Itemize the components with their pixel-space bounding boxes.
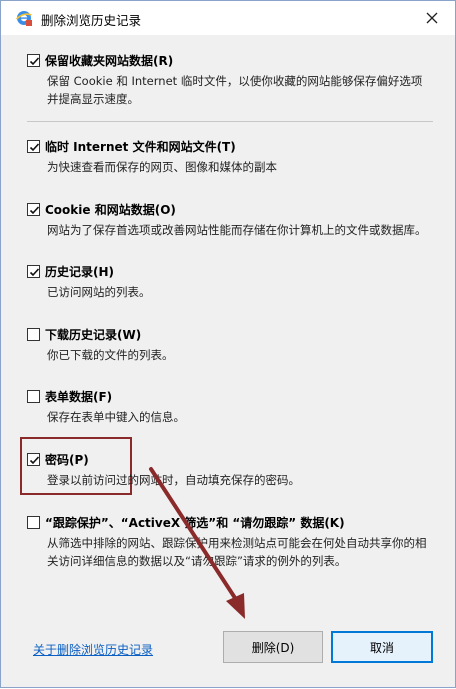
option-label: 保留收藏夹网站数据(R) xyxy=(45,53,174,68)
option-row[interactable]: 表单数据(F) xyxy=(27,387,427,405)
option-cookies: Cookie 和网站数据(O) 网站为了保存首选项或改善网站性能而存储在你计算机… xyxy=(27,200,427,239)
option-label: 密码(P) xyxy=(45,452,89,467)
option-row[interactable]: 密码(P) xyxy=(27,450,427,468)
checkmark-icon xyxy=(29,267,40,276)
dialog-content: 保留收藏夹网站数据(R) 保留 Cookie 和 Internet 临时文件，以… xyxy=(11,35,445,683)
option-row[interactable]: 临时 Internet 文件和网站文件(T) xyxy=(27,137,427,155)
option-row[interactable]: “跟踪保护”、“ActiveX 筛选”和 “请勿跟踪” 数据(K) xyxy=(27,513,427,531)
checkmark-icon xyxy=(29,142,40,151)
delete-button[interactable]: 删除(D) xyxy=(223,631,323,663)
cookies-checkbox[interactable] xyxy=(27,202,40,216)
option-temporary-files: 临时 Internet 文件和网站文件(T) 为快速查看而保存的网页、图像和媒体… xyxy=(27,137,427,176)
option-download-history: 下载历史记录(W) 你已下载的文件的列表。 xyxy=(27,325,427,364)
close-button[interactable] xyxy=(419,5,445,31)
option-passwords: 密码(P) 登录以前访问过的网站时，自动填充保存的密码。 xyxy=(27,450,427,489)
close-icon xyxy=(426,9,438,28)
checkmark-icon xyxy=(29,455,40,464)
title-bar: 删除浏览历史记录 xyxy=(1,1,455,35)
option-form-data: 表单数据(F) 保存在表单中键入的信息。 xyxy=(27,387,427,426)
delete-browsing-history-dialog: 删除浏览历史记录 保留收藏夹网站数据(R) 保留 Cookie 和 Intern… xyxy=(0,0,456,688)
download-history-checkbox[interactable] xyxy=(27,327,40,341)
option-label: “跟踪保护”、“ActiveX 筛选”和 “请勿跟踪” 数据(K) xyxy=(45,515,345,530)
divider xyxy=(27,121,433,122)
option-description: 你已下载的文件的列表。 xyxy=(47,348,174,362)
option-description: 从筛选中排除的网站、跟踪保护用来检测站点可能会在何处自动共享你的相关访问详细信息… xyxy=(47,536,427,568)
option-label: 临时 Internet 文件和网站文件(T) xyxy=(45,139,236,154)
option-description: 网站为了保存首选项或改善网站性能而存储在你计算机上的文件或数据库。 xyxy=(47,223,427,237)
form-data-checkbox[interactable] xyxy=(27,389,40,403)
option-label: 下载历史记录(W) xyxy=(45,327,142,342)
checkmark-icon xyxy=(29,56,40,65)
dialog-title: 删除浏览历史记录 xyxy=(41,13,142,28)
option-row[interactable]: Cookie 和网站数据(O) xyxy=(27,200,427,218)
option-description: 已访问网站的列表。 xyxy=(47,285,151,299)
option-preserve-favorites: 保留收藏夹网站数据(R) 保留 Cookie 和 Internet 临时文件，以… xyxy=(27,51,427,108)
internet-explorer-icon xyxy=(15,9,33,27)
about-delete-history-link[interactable]: 关于删除浏览历史记录 xyxy=(33,641,153,658)
cancel-button[interactable]: 取消 xyxy=(331,631,433,663)
history-checkbox[interactable] xyxy=(27,264,40,278)
option-label: 历史记录(H) xyxy=(45,264,115,279)
option-description: 登录以前访问过的网站时，自动填充保存的密码。 xyxy=(47,473,300,487)
tracking-protection-checkbox[interactable] xyxy=(27,515,40,529)
preserve-favorites-checkbox[interactable] xyxy=(27,53,40,67)
temporary-files-checkbox[interactable] xyxy=(27,139,40,153)
option-description: 为快速查看而保存的网页、图像和媒体的副本 xyxy=(47,160,277,174)
checkmark-icon xyxy=(29,205,40,214)
option-description: 保留 Cookie 和 Internet 临时文件，以使你收藏的网站能够保存偏好… xyxy=(47,74,423,106)
option-description: 保存在表单中键入的信息。 xyxy=(47,410,185,424)
option-row[interactable]: 历史记录(H) xyxy=(27,262,427,280)
option-history: 历史记录(H) 已访问网站的列表。 xyxy=(27,262,427,301)
option-tracking-protection: “跟踪保护”、“ActiveX 筛选”和 “请勿跟踪” 数据(K) 从筛选中排除… xyxy=(27,513,427,570)
option-label: 表单数据(F) xyxy=(45,389,113,404)
option-label: Cookie 和网站数据(O) xyxy=(45,202,176,217)
option-row[interactable]: 保留收藏夹网站数据(R) xyxy=(27,51,427,69)
option-row[interactable]: 下载历史记录(W) xyxy=(27,325,427,343)
passwords-checkbox[interactable] xyxy=(27,452,40,466)
